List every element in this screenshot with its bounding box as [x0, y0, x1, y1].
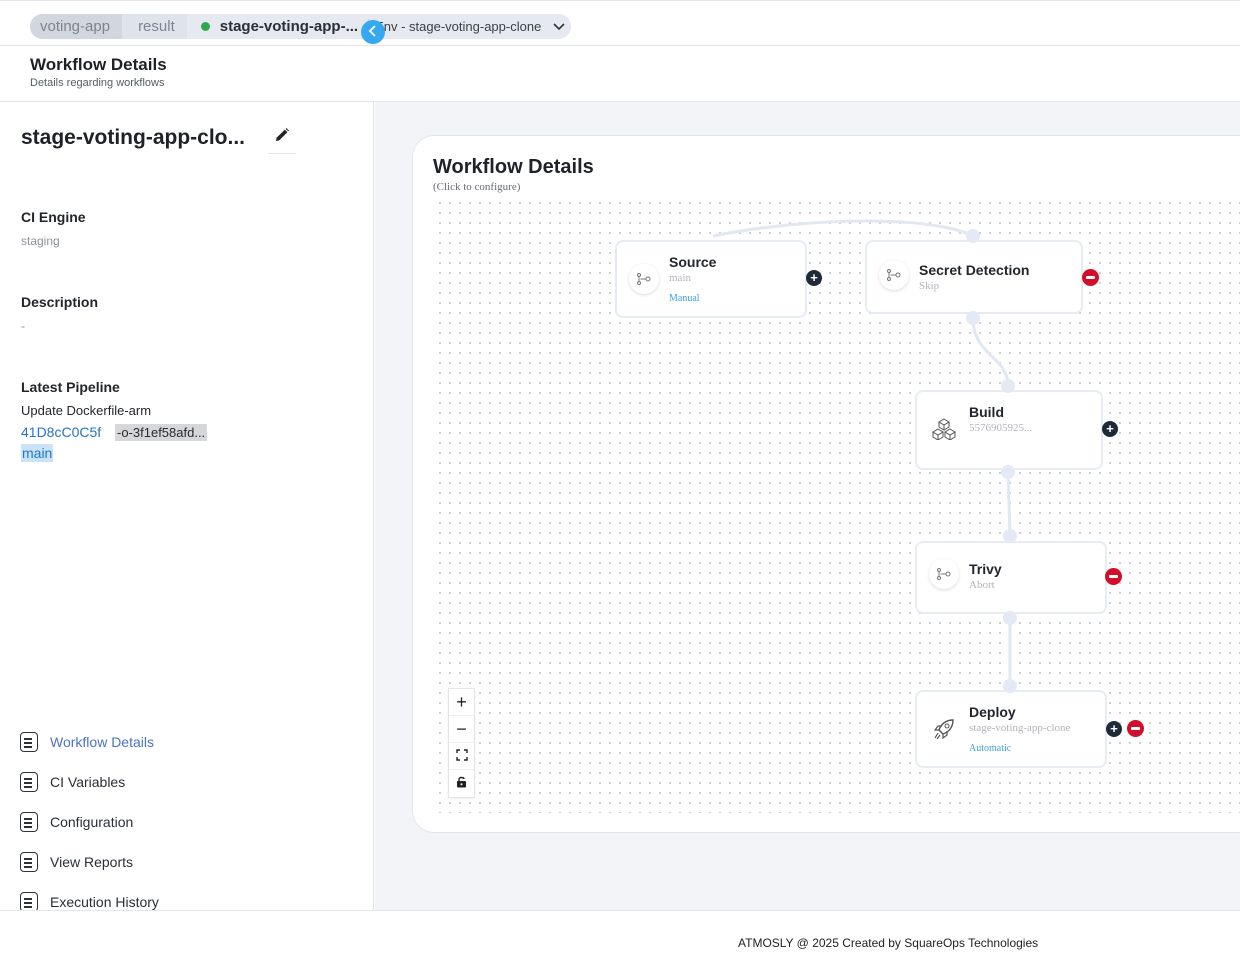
page-header: Workflow Details Details regarding workf…: [0, 47, 1240, 102]
top-bar: voting-app result stage-voting-app-... E…: [0, 0, 1240, 46]
add-step-button[interactable]: +: [1102, 421, 1118, 437]
node-subtitle: Skip: [919, 280, 940, 292]
unlock-icon: [456, 776, 467, 791]
git-branch-icon: [879, 260, 909, 290]
zoom-controls: + −: [448, 688, 475, 798]
lock-toggle-button[interactable]: [449, 770, 474, 797]
node-handle[interactable]: [966, 229, 980, 243]
breadcrumb-project[interactable]: voting-app: [30, 14, 129, 39]
node-subtitle: Abort: [969, 579, 995, 591]
add-step-button[interactable]: +: [1106, 721, 1122, 737]
node-secret-detection[interactable]: Secret Detection Skip: [865, 240, 1083, 314]
commit-hash[interactable]: -o-3f1ef58afd...: [115, 424, 208, 441]
add-step-button[interactable]: +: [806, 270, 822, 286]
status-dot: [200, 22, 210, 31]
fullscreen-icon: [455, 748, 468, 764]
node-build[interactable]: Build 5576905925...: [915, 390, 1103, 470]
latest-pipeline-label: Latest Pipeline: [21, 379, 120, 395]
node-title: Trivy: [969, 561, 1002, 577]
remove-step-button[interactable]: [1127, 720, 1144, 737]
nav-item-label: Configuration: [50, 814, 134, 830]
branch-tag[interactable]: main: [21, 444, 54, 462]
node-handle[interactable]: [1003, 611, 1017, 625]
remove-step-button[interactable]: [1105, 568, 1122, 585]
node-trigger-link[interactable]: Manual: [669, 293, 700, 304]
node-title: Secret Detection: [919, 262, 1030, 278]
node-title: Source: [669, 254, 717, 270]
node-subtitle: 5576905925...: [969, 422, 1033, 434]
nav-item-label: CI Variables: [50, 774, 126, 790]
remove-step-button[interactable]: [1082, 269, 1099, 286]
pencil-icon: [274, 127, 290, 148]
fit-view-button[interactable]: [449, 743, 474, 770]
node-trivy[interactable]: Trivy Abort: [915, 541, 1107, 614]
git-branch-icon: [629, 264, 659, 294]
nav-item-view-reports[interactable]: View Reports: [20, 842, 159, 882]
node-title: Deploy: [969, 704, 1016, 720]
rocket-icon: [929, 714, 959, 744]
chevron-down-icon[interactable]: [553, 19, 565, 34]
nav-item-label: Workflow Details: [50, 734, 154, 750]
footer: ATMOSLY @ 2025 Created by SquareOps Tech…: [0, 910, 1240, 973]
sidebar-nav: Workflow Details CI Variables Configurat…: [20, 722, 159, 922]
pipeline-message: Update Dockerfile-arm: [21, 403, 152, 418]
node-subtitle: stage-voting-app-clone: [969, 722, 1071, 734]
document-icon: [20, 772, 38, 792]
zoom-out-button[interactable]: −: [449, 716, 474, 743]
document-icon: [20, 852, 38, 872]
sidebar: stage-voting-app-clo... CI Engine stagin…: [0, 102, 374, 912]
node-handle[interactable]: [1001, 379, 1015, 393]
nav-item-configuration[interactable]: Configuration: [20, 802, 159, 842]
breadcrumb-workflow: stage-voting-app-...: [219, 18, 359, 35]
main-panel: Workflow Details (Click to configure) So…: [375, 102, 1240, 910]
collapse-sidebar-button[interactable]: [361, 20, 385, 44]
workflow-card: Workflow Details (Click to configure) So…: [412, 135, 1240, 833]
nav-item-label: Execution History: [50, 894, 159, 910]
pipeline-id-link[interactable]: 41D8cC0C5f: [21, 424, 101, 440]
node-handle[interactable]: [966, 311, 980, 325]
node-title: Build: [969, 404, 1004, 420]
description-label: Description: [21, 294, 99, 310]
footer-copyright: ATMOSLY @ 2025 Created by SquareOps Tech…: [738, 936, 1039, 950]
page-subtitle: Details regarding workflows: [30, 77, 165, 89]
node-handle[interactable]: [1001, 465, 1015, 479]
nav-item-label: View Reports: [50, 854, 134, 870]
document-icon: [20, 732, 38, 752]
document-icon: [20, 812, 38, 832]
node-handle[interactable]: [1003, 679, 1017, 693]
ci-engine-value: staging: [21, 234, 60, 248]
breadcrumb: voting-app result stage-voting-app-... E…: [30, 14, 572, 39]
node-deploy[interactable]: Deploy stage-voting-app-clone Automatic: [915, 690, 1107, 768]
nav-item-workflow-details[interactable]: Workflow Details: [20, 722, 159, 762]
description-value: -: [21, 319, 25, 333]
zoom-in-button[interactable]: +: [449, 689, 474, 716]
node-trigger-link[interactable]: Automatic: [969, 743, 1011, 754]
git-branch-icon: [929, 559, 959, 589]
workflow-name: stage-voting-app-clo...: [21, 126, 246, 149]
breadcrumb-section[interactable]: result: [122, 14, 193, 39]
edit-name-button[interactable]: [268, 122, 296, 154]
boxes-icon: [929, 414, 959, 444]
node-source[interactable]: Source main Manual: [615, 240, 807, 318]
node-handle[interactable]: [1003, 529, 1017, 543]
ci-engine-label: CI Engine: [21, 209, 86, 225]
chevron-left-icon: [368, 24, 378, 40]
page-title: Workflow Details: [30, 55, 167, 74]
breadcrumb-environment: Env - stage-voting-app-clone: [368, 19, 541, 34]
nav-item-ci-variables[interactable]: CI Variables: [20, 762, 159, 802]
node-subtitle: main: [669, 272, 691, 284]
document-icon: [20, 892, 38, 912]
